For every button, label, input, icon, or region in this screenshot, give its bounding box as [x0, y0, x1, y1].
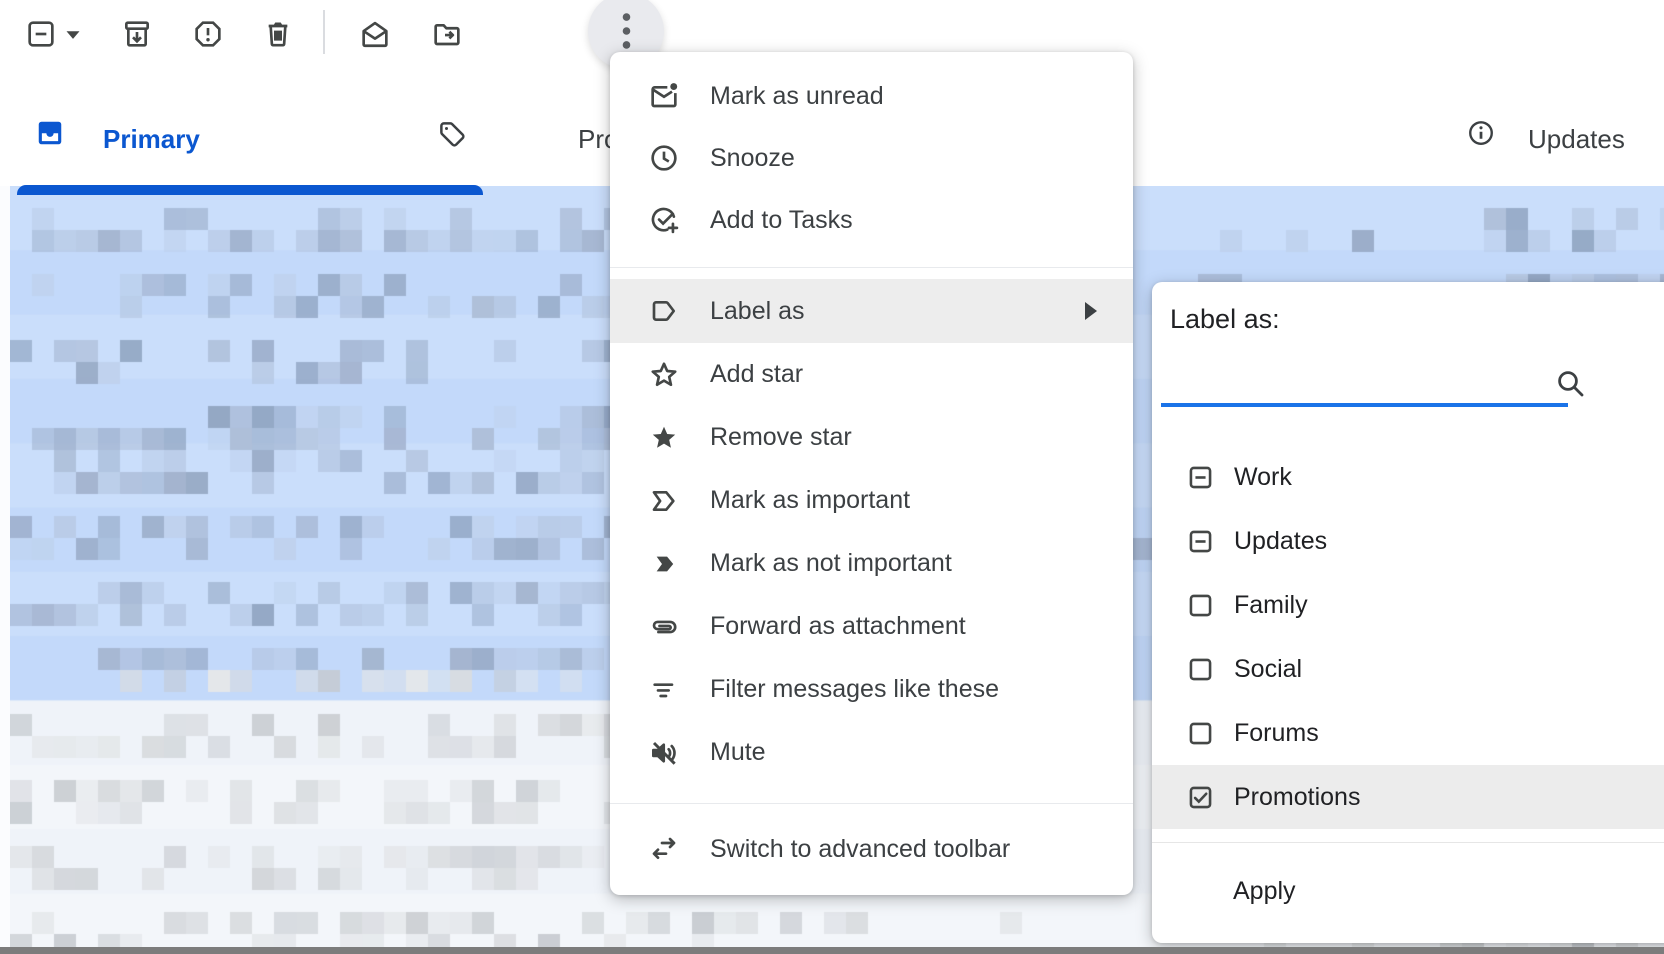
apply-button[interactable]: Apply — [1152, 855, 1664, 927]
archive-button[interactable] — [115, 12, 159, 56]
tag-icon — [437, 119, 467, 149]
select-checkbox-indeterminate-icon — [25, 18, 57, 50]
label-option-work[interactable]: Work — [1152, 445, 1664, 509]
label-option-text: Forums — [1234, 719, 1319, 748]
label-option-text: Updates — [1234, 527, 1327, 556]
snooze-clock-icon — [648, 142, 680, 174]
submenu-arrow-icon — [1085, 302, 1097, 320]
menu-item-label: Add star — [710, 360, 803, 389]
menu-item-mark-as-unread[interactable]: Mark as unread — [610, 65, 1133, 127]
search-icon — [1554, 367, 1586, 399]
add-to-tasks-icon — [648, 204, 680, 236]
label-option-text: Promotions — [1234, 783, 1360, 812]
menu-item-remove-star[interactable]: Remove star — [610, 406, 1133, 469]
inbox-icon — [35, 118, 65, 148]
label-as-title: Label as: — [1170, 304, 1664, 335]
gmail-window: Primary Promotions Social Updates — [0, 0, 1664, 954]
label-option-forums[interactable]: Forums — [1152, 701, 1664, 765]
menu-divider — [610, 803, 1133, 804]
mark-unread-icon — [648, 80, 680, 112]
checkbox-unchecked-icon — [1187, 720, 1214, 747]
menu-item-filter-messages[interactable]: Filter messages like these — [610, 658, 1133, 721]
info-icon — [1466, 118, 1496, 148]
label-option-text: Work — [1234, 463, 1292, 492]
move-to-button[interactable] — [425, 12, 469, 56]
tab-updates-label: Updates — [1528, 124, 1625, 155]
menu-item-mark-as-not-important[interactable]: Mark as not important — [610, 532, 1133, 595]
mark-as-read-button[interactable] — [353, 12, 397, 56]
select-dropdown[interactable] — [56, 12, 90, 56]
menu-item-label: Switch to advanced toolbar — [710, 835, 1010, 864]
label-search — [1161, 361, 1568, 407]
message-context-menu: Mark as unread Snooze Add to Tasks Label… — [610, 52, 1133, 895]
menu-item-label: Remove star — [710, 423, 852, 452]
menu-item-mute[interactable]: Mute — [610, 721, 1133, 784]
menu-item-label: Filter messages like these — [710, 675, 999, 704]
submenu-divider — [1152, 842, 1664, 843]
label-option-updates[interactable]: Updates — [1152, 509, 1664, 573]
menu-divider — [610, 267, 1133, 268]
menu-item-forward-as-attachment[interactable]: Forward as attachment — [610, 595, 1133, 658]
menu-item-add-star[interactable]: Add star — [610, 343, 1133, 406]
menu-item-label: Label as — [710, 297, 805, 326]
active-tab-indicator — [17, 185, 483, 195]
bottom-window-strip — [0, 947, 1664, 954]
delete-button[interactable] — [256, 12, 300, 56]
menu-item-mark-as-important[interactable]: Mark as important — [610, 469, 1133, 532]
label-option-social[interactable]: Social — [1152, 637, 1664, 701]
menu-item-label: Add to Tasks — [710, 206, 853, 235]
switch-toolbar-icon — [648, 833, 680, 865]
menu-item-label: Mark as important — [710, 486, 910, 515]
archive-icon — [121, 18, 153, 50]
star-outline-icon — [648, 359, 680, 391]
menu-item-label-as[interactable]: Label as — [610, 279, 1133, 343]
checkbox-unchecked-icon — [1187, 592, 1214, 619]
menu-item-label: Forward as attachment — [710, 612, 966, 641]
attachment-icon — [648, 611, 680, 643]
move-to-icon — [431, 18, 463, 50]
mute-icon — [648, 737, 680, 769]
label-option-family[interactable]: Family — [1152, 573, 1664, 637]
menu-item-snooze[interactable]: Snooze — [610, 127, 1133, 189]
label-option-text: Family — [1234, 591, 1308, 620]
label-search-input[interactable] — [1161, 361, 1568, 407]
checkbox-unchecked-icon — [1187, 656, 1214, 683]
toolbar-divider — [323, 10, 325, 54]
label-option-text: Social — [1234, 655, 1302, 684]
menu-item-label: Mark as unread — [710, 82, 884, 111]
select-dropdown-arrow-icon — [60, 21, 86, 47]
label-as-submenu: Label as: Work Updates — [1152, 282, 1664, 943]
important-outline-icon — [648, 485, 680, 517]
more-options-icon — [622, 12, 631, 50]
menu-item-switch-toolbar[interactable]: Switch to advanced toolbar — [610, 818, 1133, 880]
filter-icon — [648, 674, 680, 706]
report-spam-icon — [192, 18, 224, 50]
label-options: Work Updates Family Social — [1152, 445, 1664, 829]
menu-item-label: Snooze — [710, 144, 795, 173]
checkbox-indeterminate-icon — [1187, 528, 1214, 555]
star-filled-icon — [648, 422, 680, 454]
menu-item-label: Mark as not important — [710, 549, 952, 578]
mark-as-read-icon — [359, 18, 391, 50]
delete-icon — [262, 18, 294, 50]
label-option-promotions[interactable]: Promotions — [1152, 765, 1664, 829]
label-icon — [648, 295, 680, 327]
checkbox-indeterminate-icon — [1187, 464, 1214, 491]
tab-primary-label: Primary — [103, 124, 200, 155]
important-filled-icon — [648, 548, 680, 580]
menu-item-add-to-tasks[interactable]: Add to Tasks — [610, 189, 1133, 251]
checkbox-checked-icon — [1187, 784, 1214, 811]
menu-item-label: Mute — [710, 738, 766, 767]
report-spam-button[interactable] — [186, 12, 230, 56]
